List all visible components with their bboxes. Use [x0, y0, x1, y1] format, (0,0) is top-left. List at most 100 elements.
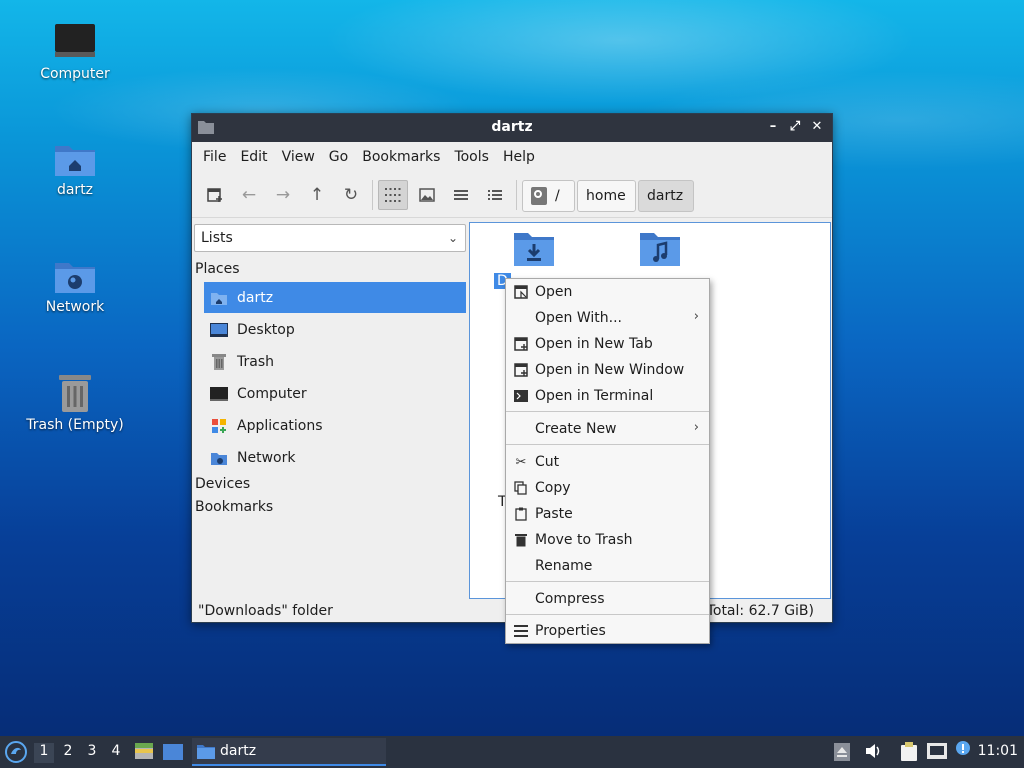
menu-item-label: Open in Terminal	[535, 388, 654, 404]
file-item-music[interactable]	[620, 229, 700, 273]
reload-icon: ↻	[343, 185, 359, 205]
places-header[interactable]: Places	[195, 261, 240, 277]
menu-item-copy[interactable]: Copy	[506, 475, 709, 501]
icon-view-button[interactable]	[378, 180, 408, 210]
titlebar[interactable]: dartz – ⤢ ✕	[192, 114, 832, 142]
close-button[interactable]: ✕	[808, 118, 826, 136]
network-folder-icon	[55, 263, 95, 293]
menu-item-label: Rename	[535, 558, 593, 574]
new-tab-icon	[513, 336, 529, 352]
menu-go[interactable]: Go	[322, 149, 355, 165]
tray-network[interactable]	[926, 742, 948, 764]
menu-item-open-new-window[interactable]: Open in New Window	[506, 357, 709, 383]
menu-help[interactable]: Help	[496, 149, 542, 165]
menu-edit[interactable]: Edit	[233, 149, 274, 165]
desktop-icon	[209, 320, 229, 340]
minimize-button[interactable]: –	[764, 118, 782, 136]
workspace-4[interactable]: 4	[106, 743, 126, 759]
arrow-left-icon: ←	[241, 185, 257, 205]
reload-button[interactable]: ↻	[336, 180, 366, 210]
sidebar-item-network[interactable]: Network	[204, 442, 466, 473]
menu-item-paste[interactable]: Paste	[506, 501, 709, 527]
desktop-icon-network[interactable]: Network	[15, 257, 135, 315]
bookmarks-header[interactable]: Bookmarks	[195, 499, 273, 515]
sidebar-item-label: Desktop	[237, 321, 295, 338]
workspace-2[interactable]: 2	[58, 743, 78, 759]
menu-item-compress[interactable]: Compress	[506, 586, 709, 612]
menu-item-cut[interactable]: ✂ Cut	[506, 449, 709, 475]
image-icon	[419, 188, 435, 202]
workspace-1[interactable]: 1	[34, 743, 54, 763]
menu-item-open-with[interactable]: Open With... ›	[506, 305, 709, 331]
menu-item-rename[interactable]: Rename	[506, 553, 709, 579]
clock[interactable]: 11:01	[978, 743, 1018, 759]
sidebar-item-applications[interactable]: Applications	[204, 410, 466, 441]
menu-item-label: Paste	[535, 506, 573, 522]
toolbar-separator	[372, 180, 373, 210]
back-button[interactable]: ←	[234, 180, 264, 210]
devices-header[interactable]: Devices	[195, 476, 250, 492]
tray-clipboard[interactable]	[900, 742, 918, 766]
maximize-button[interactable]: ⤢	[786, 118, 804, 136]
menu-item-label: Move to Trash	[535, 532, 633, 548]
open-icon	[513, 284, 529, 300]
desktop-icon-label: Trash (Empty)	[26, 417, 124, 433]
chevron-right-icon: ›	[693, 309, 699, 324]
menu-item-label: Properties	[535, 623, 606, 639]
breadcrumb-home[interactable]: home	[577, 180, 636, 212]
context-menu: Open Open With... › Open in New Tab Open…	[505, 278, 710, 644]
menu-item-move-to-trash[interactable]: Move to Trash	[506, 527, 709, 553]
menu-item-label: Create New	[535, 421, 617, 437]
show-desktop-button[interactable]	[162, 743, 184, 765]
sidebar: Lists ⌄ Places dartz Desktop Trash Compu…	[192, 220, 468, 600]
menu-item-open-terminal[interactable]: Open in Terminal	[506, 383, 709, 409]
list-icon	[454, 190, 468, 200]
menu-item-label: Open With...	[535, 310, 622, 326]
compact-view-button[interactable]	[446, 180, 476, 210]
up-button[interactable]: ↑	[302, 180, 332, 210]
sidebar-item-trash[interactable]: Trash	[204, 346, 466, 377]
menu-bookmarks[interactable]: Bookmarks	[355, 149, 447, 165]
eject-icon	[834, 743, 850, 761]
sidebar-mode-select[interactable]: Lists ⌄	[194, 224, 466, 252]
menu-item-open[interactable]: Open	[506, 279, 709, 305]
tray-volume[interactable]	[864, 742, 882, 764]
new-tab-button[interactable]	[200, 180, 230, 210]
folder-icon	[197, 745, 215, 759]
menu-item-create-new[interactable]: Create New ›	[506, 416, 709, 442]
desktop-icon	[163, 744, 183, 760]
taskbar: 1 2 3 4 dartz 11:01	[0, 736, 1024, 768]
sidebar-item-computer[interactable]: Computer	[204, 378, 466, 409]
sidebar-item-desktop[interactable]: Desktop	[204, 314, 466, 345]
desktop-icon-trash[interactable]: Trash (Empty)	[15, 373, 135, 433]
breadcrumb-dartz[interactable]: dartz	[638, 180, 694, 212]
workspace-3[interactable]: 3	[82, 743, 102, 759]
detailed-view-button[interactable]	[480, 180, 510, 210]
tray-updates[interactable]	[954, 740, 972, 762]
thumbnail-view-button[interactable]	[412, 180, 442, 210]
menu-separator	[506, 444, 709, 445]
forward-button[interactable]: →	[268, 180, 298, 210]
menu-view[interactable]: View	[275, 149, 322, 165]
menu-item-properties[interactable]: Properties	[506, 618, 709, 644]
menu-tools[interactable]: Tools	[447, 149, 496, 165]
sidebar-item-home[interactable]: dartz	[204, 282, 466, 313]
menu-item-open-new-tab[interactable]: Open in New Tab	[506, 331, 709, 357]
network-icon	[927, 743, 947, 759]
file-manager-launcher[interactable]	[134, 741, 154, 765]
home-folder-icon	[55, 146, 95, 176]
breadcrumb-root[interactable]: /	[522, 180, 575, 212]
sidebar-item-label: dartz	[237, 289, 274, 306]
new-tab-icon	[207, 188, 222, 202]
tray-eject[interactable]	[834, 743, 850, 765]
trash-icon	[513, 532, 529, 548]
sidebar-item-label: Network	[237, 449, 296, 466]
desktop-icon-home[interactable]: dartz	[15, 140, 135, 198]
start-menu-button[interactable]	[4, 740, 28, 764]
sidebar-item-label: Applications	[237, 417, 323, 434]
grid-icon	[385, 188, 401, 202]
clipboard-icon	[901, 742, 917, 761]
desktop-icon-computer[interactable]: Computer	[15, 22, 135, 82]
menu-file[interactable]: File	[196, 149, 233, 165]
taskbar-window-dartz[interactable]: dartz	[192, 738, 386, 766]
